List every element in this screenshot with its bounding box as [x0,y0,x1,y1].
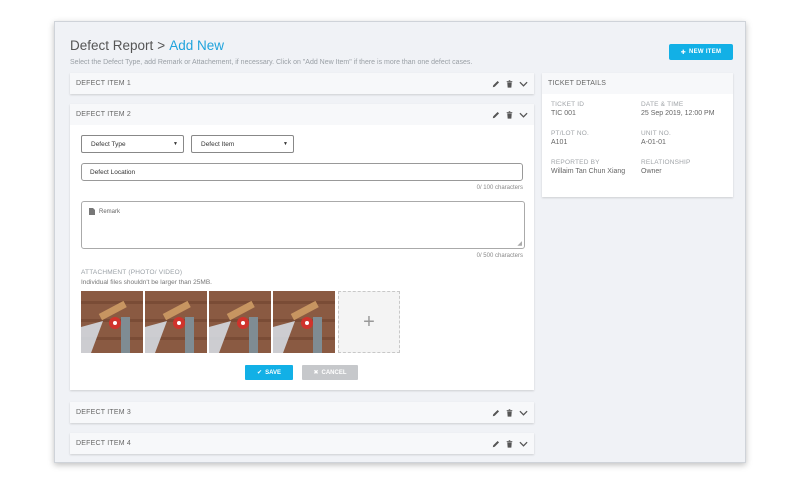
save-button[interactable]: ✔ SAVE [245,365,293,380]
caret-down-icon: ▼ [283,141,288,147]
date-time-label: DATE & TIME [641,101,684,108]
cancel-button[interactable]: ✖ CANCEL [302,365,358,380]
pencil-icon[interactable] [492,111,500,119]
unit-no-value: A-01-01 [641,139,666,146]
attachment-thumbnail[interactable] [145,291,207,353]
relationship-label: RELATIONSHIP [641,159,691,166]
attachment-note: Individual files shouldn't be larger tha… [81,279,212,286]
cancel-label: CANCEL [321,369,347,376]
trash-icon[interactable] [506,110,513,119]
check-icon: ✔ [257,370,263,376]
pencil-icon[interactable] [492,440,500,448]
defect-item-3[interactable]: DEFECT ITEM 3 [70,402,534,423]
defect-item-2: DEFECT ITEM 2 Defect Type ▼ Defect Item … [70,104,534,390]
defect-item-select[interactable]: Defect Item ▼ [191,135,294,153]
remark-placeholder: Remark [99,209,121,215]
chevron-down-icon[interactable] [519,112,528,118]
defect-location-input[interactable]: Defect Location [81,163,523,181]
add-attachment-button[interactable]: + [338,291,400,353]
defect-item-3-header[interactable]: DEFECT ITEM 3 [70,402,534,423]
defect-item-2-label: DEFECT ITEM 2 [76,111,131,118]
pt-lot-label: PT/LOT NO. [551,130,589,137]
defect-type-value: Defect Type [91,140,126,148]
chevron-down-icon[interactable] [519,410,528,416]
page-title: Defect Report > Add New [70,38,224,53]
defect-item-1-label: DEFECT ITEM 1 [76,80,131,87]
remark-textarea[interactable]: Remark ◢ [81,201,525,249]
reported-by-label: REPORTED BY [551,159,600,166]
reported-by-value: Willaim Tan Chun Xiang [551,168,626,175]
relationship-value: Owner [641,168,662,175]
ticket-details-card: TICKET DETAILS TICKET ID TIC 001 DATE & … [542,73,733,197]
app-window: Defect Report > Add New Select the Defect … [54,21,746,463]
caret-down-icon: ▼ [173,141,178,147]
plus-icon: ✚ [680,49,686,56]
pt-lot-value: A101 [551,139,568,146]
page-instructions: Select the Defect Type, add Remark or At… [70,59,473,66]
attachment-thumbnail[interactable] [273,291,335,353]
defect-item-1[interactable]: DEFECT ITEM 1 [70,73,534,94]
defect-location-value: Defect Location [90,169,136,176]
attachment-thumbnail[interactable] [209,291,271,353]
defect-type-select[interactable]: Defect Type ▼ [81,135,184,153]
chevron-down-icon[interactable] [519,81,528,87]
defect-item-3-label: DEFECT ITEM 3 [76,409,131,416]
ticket-details-title: TICKET DETAILS [548,80,607,87]
attachment-title: ATTACHMENT (PHOTO/ VIDEO) [81,269,183,276]
defect-item-2-header[interactable]: DEFECT ITEM 2 [70,104,534,125]
ticket-details-header: TICKET DETAILS [542,73,733,94]
trash-icon[interactable] [506,408,513,417]
location-char-counter: 0/ 100 characters [476,185,523,191]
trash-icon[interactable] [506,439,513,448]
defect-item-4[interactable]: DEFECT ITEM 4 [70,433,534,454]
page-title-sub: Add New [169,38,224,53]
plus-icon: + [363,310,375,333]
document-icon [89,208,95,217]
ticket-id-label: TICKET ID [551,101,585,108]
ticket-id-value: TIC 001 [551,110,576,117]
pencil-icon[interactable] [492,80,500,88]
date-time-value: 25 Sep 2019, 12:00 PM [641,110,715,117]
remark-char-counter: 0/ 500 characters [476,253,523,259]
unit-no-label: UNIT NO. [641,130,672,137]
attachment-thumbnail[interactable] [81,291,143,353]
close-icon: ✖ [313,370,319,376]
defect-item-4-label: DEFECT ITEM 4 [76,440,131,447]
pencil-icon[interactable] [492,409,500,417]
chevron-down-icon[interactable] [519,441,528,447]
save-label: SAVE [265,369,281,376]
defect-item-4-header[interactable]: DEFECT ITEM 4 [70,433,534,454]
breadcrumb-separator: > [157,38,166,53]
new-item-button[interactable]: ✚ NEW ITEM [669,44,733,60]
new-item-label: NEW ITEM [688,49,722,55]
defect-item-value: Defect Item [201,140,235,148]
page-title-main: Defect Report [70,38,154,53]
resize-handle-icon[interactable]: ◢ [517,240,522,247]
trash-icon[interactable] [506,79,513,88]
defect-item-1-header[interactable]: DEFECT ITEM 1 [70,73,534,94]
